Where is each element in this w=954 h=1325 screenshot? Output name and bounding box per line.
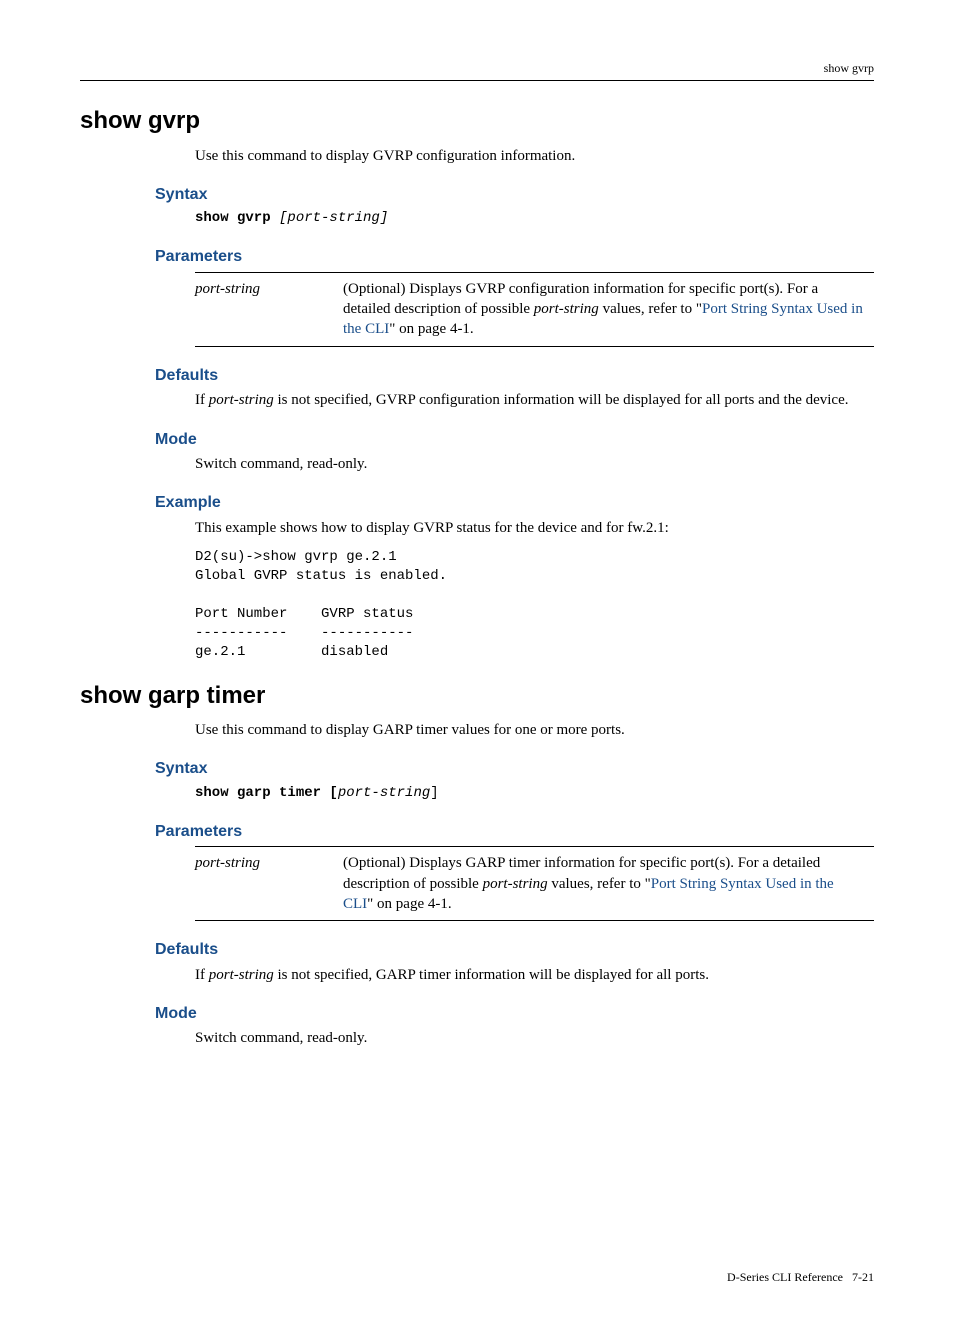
section1-intro: Use this command to display GVRP configu… [195, 146, 874, 166]
section2-mode-text: Switch command, read-only. [195, 1028, 874, 1048]
section2-title: show garp timer [80, 680, 874, 712]
defaults2-pre: If [195, 967, 209, 983]
page-footer: D-Series CLI Reference 7-21 [80, 1269, 874, 1285]
footer-doc: D-Series CLI Reference [727, 1270, 843, 1284]
param2-desc-post: " on page 4-1. [367, 896, 451, 912]
defaults-pre: If [195, 392, 209, 408]
section2-defaults-heading: Defaults [155, 939, 874, 961]
section2-mode-heading: Mode [155, 1003, 874, 1025]
param-name: port-string [195, 272, 343, 346]
syntax-arg: [port-string] [279, 210, 388, 226]
param-desc: (Optional) Displays GVRP configuration i… [343, 272, 874, 346]
section1-defaults-text: If port-string is not specified, GVRP co… [195, 390, 874, 410]
defaults2-ital: port-string [209, 967, 274, 983]
section1-mode-text: Switch command, read-only. [195, 454, 874, 474]
section2-syntax: show garp timer [port-string] [195, 784, 874, 803]
section1-syntax-heading: Syntax [155, 184, 874, 206]
section1-mode-heading: Mode [155, 429, 874, 451]
section1-params-heading: Parameters [155, 246, 874, 268]
section2-params-heading: Parameters [155, 821, 874, 843]
section1-syntax: show gvrp [port-string] [195, 209, 874, 228]
section2-defaults-text: If port-string is not specified, GARP ti… [195, 965, 874, 985]
param2-desc-mid: values, refer to " [548, 876, 651, 892]
section1-title: show gvrp [80, 105, 874, 137]
param-name2: port-string [195, 847, 343, 921]
footer-page: 7-21 [852, 1270, 874, 1284]
param-desc2: (Optional) Displays GARP timer informati… [343, 847, 874, 921]
syntax-arg2: port-string [338, 785, 430, 801]
param-desc-post: " on page 4-1. [389, 321, 473, 337]
defaults2-post: is not specified, GARP timer information… [274, 967, 709, 983]
syntax-cmd: show gvrp [195, 210, 279, 226]
defaults-ital: port-string [209, 392, 274, 408]
syntax-close2: ] [430, 785, 438, 801]
param2-desc-ital: port-string [483, 876, 548, 892]
defaults-post: is not specified, GVRP configuration inf… [274, 392, 849, 408]
section2-syntax-heading: Syntax [155, 758, 874, 780]
running-head: show gvrp [80, 60, 874, 81]
section2-intro: Use this command to display GARP timer v… [195, 720, 874, 740]
section1-defaults-heading: Defaults [155, 365, 874, 387]
param-desc-ital: port-string [534, 301, 599, 317]
section1-example-code: D2(su)->show gvrp ge.2.1 Global GVRP sta… [195, 548, 874, 661]
section2-param-table: port-string (Optional) Displays GARP tim… [195, 846, 874, 921]
section1-example-heading: Example [155, 492, 874, 514]
section1-param-table: port-string (Optional) Displays GVRP con… [195, 272, 874, 347]
param-desc-mid: values, refer to " [599, 301, 702, 317]
section1-example-intro: This example shows how to display GVRP s… [195, 518, 874, 538]
syntax-cmd2: show garp timer [ [195, 785, 338, 801]
